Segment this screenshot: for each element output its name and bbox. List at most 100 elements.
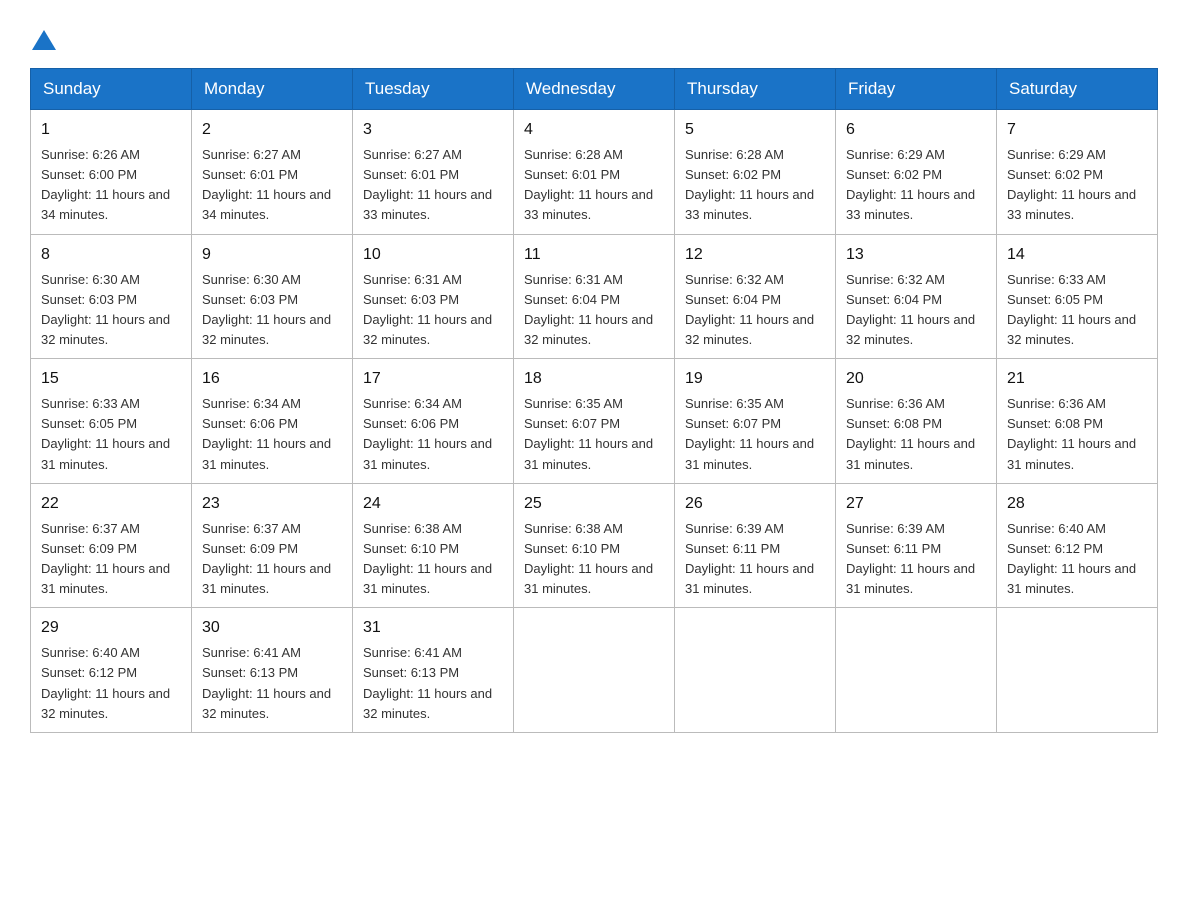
day-info: Sunrise: 6:35 AMSunset: 6:07 PMDaylight:… [685,394,825,475]
calendar-cell: 26 Sunrise: 6:39 AMSunset: 6:11 PMDaylig… [675,483,836,608]
day-info: Sunrise: 6:36 AMSunset: 6:08 PMDaylight:… [846,394,986,475]
logo-triangle-icon [32,30,56,50]
week-row-4: 22 Sunrise: 6:37 AMSunset: 6:09 PMDaylig… [31,483,1158,608]
day-info: Sunrise: 6:32 AMSunset: 6:04 PMDaylight:… [685,270,825,351]
day-info: Sunrise: 6:39 AMSunset: 6:11 PMDaylight:… [846,519,986,600]
calendar-cell: 5 Sunrise: 6:28 AMSunset: 6:02 PMDayligh… [675,110,836,235]
weekday-header-friday: Friday [836,69,997,110]
day-number: 4 [524,118,664,142]
day-number: 20 [846,367,986,391]
calendar-cell [836,608,997,733]
day-number: 19 [685,367,825,391]
calendar-cell: 30 Sunrise: 6:41 AMSunset: 6:13 PMDaylig… [192,608,353,733]
calendar-cell: 29 Sunrise: 6:40 AMSunset: 6:12 PMDaylig… [31,608,192,733]
day-info: Sunrise: 6:39 AMSunset: 6:11 PMDaylight:… [685,519,825,600]
day-info: Sunrise: 6:28 AMSunset: 6:01 PMDaylight:… [524,145,664,226]
weekday-header-thursday: Thursday [675,69,836,110]
calendar-cell: 17 Sunrise: 6:34 AMSunset: 6:06 PMDaylig… [353,359,514,484]
calendar-cell: 27 Sunrise: 6:39 AMSunset: 6:11 PMDaylig… [836,483,997,608]
calendar-cell: 19 Sunrise: 6:35 AMSunset: 6:07 PMDaylig… [675,359,836,484]
weekday-header-saturday: Saturday [997,69,1158,110]
day-info: Sunrise: 6:37 AMSunset: 6:09 PMDaylight:… [202,519,342,600]
day-number: 26 [685,492,825,516]
day-number: 23 [202,492,342,516]
day-number: 24 [363,492,503,516]
week-row-1: 1 Sunrise: 6:26 AMSunset: 6:00 PMDayligh… [31,110,1158,235]
calendar-cell: 11 Sunrise: 6:31 AMSunset: 6:04 PMDaylig… [514,234,675,359]
logo [30,30,58,48]
day-info: Sunrise: 6:33 AMSunset: 6:05 PMDaylight:… [1007,270,1147,351]
day-info: Sunrise: 6:41 AMSunset: 6:13 PMDaylight:… [363,643,503,724]
day-number: 31 [363,616,503,640]
day-number: 13 [846,243,986,267]
day-number: 6 [846,118,986,142]
calendar-cell: 21 Sunrise: 6:36 AMSunset: 6:08 PMDaylig… [997,359,1158,484]
day-info: Sunrise: 6:29 AMSunset: 6:02 PMDaylight:… [1007,145,1147,226]
calendar-cell: 16 Sunrise: 6:34 AMSunset: 6:06 PMDaylig… [192,359,353,484]
day-info: Sunrise: 6:34 AMSunset: 6:06 PMDaylight:… [202,394,342,475]
calendar-cell [997,608,1158,733]
day-number: 1 [41,118,181,142]
day-info: Sunrise: 6:31 AMSunset: 6:04 PMDaylight:… [524,270,664,351]
day-info: Sunrise: 6:27 AMSunset: 6:01 PMDaylight:… [363,145,503,226]
day-info: Sunrise: 6:35 AMSunset: 6:07 PMDaylight:… [524,394,664,475]
calendar-header: SundayMondayTuesdayWednesdayThursdayFrid… [31,69,1158,110]
day-number: 10 [363,243,503,267]
day-number: 17 [363,367,503,391]
calendar-cell: 23 Sunrise: 6:37 AMSunset: 6:09 PMDaylig… [192,483,353,608]
weekday-header-tuesday: Tuesday [353,69,514,110]
calendar-body: 1 Sunrise: 6:26 AMSunset: 6:00 PMDayligh… [31,110,1158,733]
day-number: 15 [41,367,181,391]
day-info: Sunrise: 6:36 AMSunset: 6:08 PMDaylight:… [1007,394,1147,475]
day-number: 5 [685,118,825,142]
day-info: Sunrise: 6:38 AMSunset: 6:10 PMDaylight:… [524,519,664,600]
calendar-cell: 7 Sunrise: 6:29 AMSunset: 6:02 PMDayligh… [997,110,1158,235]
day-info: Sunrise: 6:40 AMSunset: 6:12 PMDaylight:… [1007,519,1147,600]
calendar-cell: 25 Sunrise: 6:38 AMSunset: 6:10 PMDaylig… [514,483,675,608]
day-info: Sunrise: 6:28 AMSunset: 6:02 PMDaylight:… [685,145,825,226]
calendar-cell: 3 Sunrise: 6:27 AMSunset: 6:01 PMDayligh… [353,110,514,235]
day-info: Sunrise: 6:37 AMSunset: 6:09 PMDaylight:… [41,519,181,600]
day-number: 8 [41,243,181,267]
calendar-cell: 2 Sunrise: 6:27 AMSunset: 6:01 PMDayligh… [192,110,353,235]
calendar-cell: 6 Sunrise: 6:29 AMSunset: 6:02 PMDayligh… [836,110,997,235]
day-info: Sunrise: 6:30 AMSunset: 6:03 PMDaylight:… [202,270,342,351]
day-number: 22 [41,492,181,516]
day-number: 12 [685,243,825,267]
calendar-cell: 15 Sunrise: 6:33 AMSunset: 6:05 PMDaylig… [31,359,192,484]
day-info: Sunrise: 6:32 AMSunset: 6:04 PMDaylight:… [846,270,986,351]
day-info: Sunrise: 6:26 AMSunset: 6:00 PMDaylight:… [41,145,181,226]
calendar-table: SundayMondayTuesdayWednesdayThursdayFrid… [30,68,1158,733]
day-number: 18 [524,367,664,391]
logo-text [30,30,58,52]
calendar-cell: 18 Sunrise: 6:35 AMSunset: 6:07 PMDaylig… [514,359,675,484]
day-info: Sunrise: 6:31 AMSunset: 6:03 PMDaylight:… [363,270,503,351]
calendar-cell: 22 Sunrise: 6:37 AMSunset: 6:09 PMDaylig… [31,483,192,608]
day-number: 30 [202,616,342,640]
day-number: 11 [524,243,664,267]
day-info: Sunrise: 6:29 AMSunset: 6:02 PMDaylight:… [846,145,986,226]
calendar-cell: 20 Sunrise: 6:36 AMSunset: 6:08 PMDaylig… [836,359,997,484]
day-number: 7 [1007,118,1147,142]
day-info: Sunrise: 6:40 AMSunset: 6:12 PMDaylight:… [41,643,181,724]
day-number: 28 [1007,492,1147,516]
calendar-cell [675,608,836,733]
day-number: 29 [41,616,181,640]
calendar-cell: 12 Sunrise: 6:32 AMSunset: 6:04 PMDaylig… [675,234,836,359]
day-number: 9 [202,243,342,267]
calendar-cell: 10 Sunrise: 6:31 AMSunset: 6:03 PMDaylig… [353,234,514,359]
week-row-2: 8 Sunrise: 6:30 AMSunset: 6:03 PMDayligh… [31,234,1158,359]
calendar-cell: 28 Sunrise: 6:40 AMSunset: 6:12 PMDaylig… [997,483,1158,608]
calendar-cell: 31 Sunrise: 6:41 AMSunset: 6:13 PMDaylig… [353,608,514,733]
calendar-cell: 9 Sunrise: 6:30 AMSunset: 6:03 PMDayligh… [192,234,353,359]
day-number: 27 [846,492,986,516]
day-number: 14 [1007,243,1147,267]
calendar-cell: 4 Sunrise: 6:28 AMSunset: 6:01 PMDayligh… [514,110,675,235]
calendar-cell: 13 Sunrise: 6:32 AMSunset: 6:04 PMDaylig… [836,234,997,359]
week-row-5: 29 Sunrise: 6:40 AMSunset: 6:12 PMDaylig… [31,608,1158,733]
weekday-header-monday: Monday [192,69,353,110]
calendar-cell: 24 Sunrise: 6:38 AMSunset: 6:10 PMDaylig… [353,483,514,608]
weekday-header-sunday: Sunday [31,69,192,110]
day-info: Sunrise: 6:27 AMSunset: 6:01 PMDaylight:… [202,145,342,226]
day-number: 25 [524,492,664,516]
